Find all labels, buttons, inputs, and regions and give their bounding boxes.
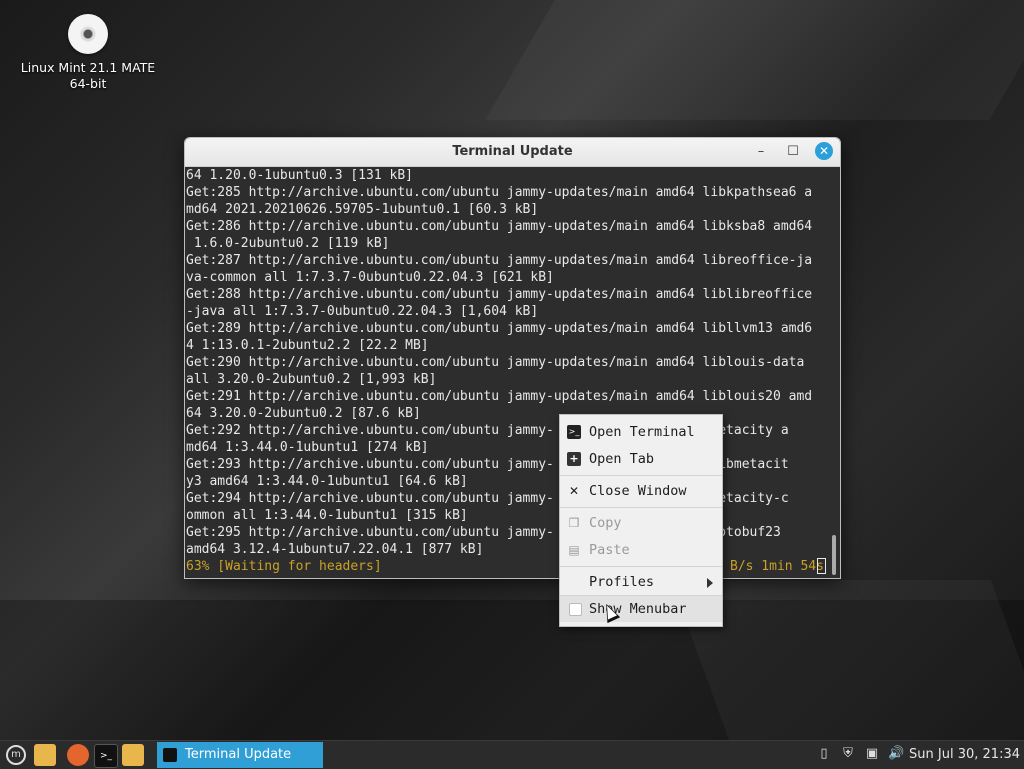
menu-item-close-window[interactable]: ✕ Close Window [560, 478, 722, 504]
terminal-icon: >_ [567, 425, 581, 439]
terminal-line: Get:287 http://archive.ubuntu.com/ubuntu… [186, 253, 813, 268]
terminal-line: Get:293 http://archive.ubuntu.com/ubuntu… [186, 457, 789, 472]
menu-item-paste[interactable]: ▤ Paste [560, 537, 722, 563]
terminal-line: Get:286 http://archive.ubuntu.com/ubuntu… [186, 219, 813, 234]
terminal-line: all 3.20.0-2ubuntu0.2 [1,993 kB] [186, 372, 437, 387]
wallpaper-shape [485, 0, 1024, 120]
paste-icon: ▤ [568, 543, 580, 557]
terminal-line: 64 1.20.0-1ubuntu0.3 [131 kB] [186, 168, 413, 183]
desktop-icon-label-line2: 64-bit [69, 76, 107, 91]
menu-item-label: Open Tab [589, 451, 655, 467]
menu-item-label: Paste [589, 542, 630, 558]
submenu-arrow-icon [707, 578, 713, 588]
terminal-line: Get:294 http://archive.ubuntu.com/ubuntu… [186, 491, 789, 506]
volume-icon[interactable]: 🔊 [888, 746, 904, 762]
firefox-icon[interactable] [67, 744, 89, 766]
terminal-output[interactable]: 64 1.20.0-1ubuntu0.3 [131 kB] Get:285 htt… [185, 167, 828, 578]
window-title: Terminal Update [452, 144, 573, 159]
terminal-line: Get:292 http://archive.ubuntu.com/ubuntu… [186, 423, 789, 438]
text-cursor [817, 558, 826, 574]
scrollbar-thumb[interactable] [832, 535, 836, 575]
shield-icon[interactable]: ⛨ [840, 746, 856, 762]
terminal-launcher-icon[interactable]: >_ [94, 744, 118, 768]
menu-item-open-tab[interactable]: + Open Tab [560, 446, 722, 472]
download-rate-text: B/s 1min 54s [730, 559, 824, 574]
minimize-button[interactable]: – [751, 142, 771, 162]
terminal-line: Get:288 http://archive.ubuntu.com/ubuntu… [186, 287, 813, 302]
terminal-status-line: 63% [Waiting for headers] B/s 1min 54s [186, 558, 828, 575]
menu-item-profiles[interactable]: Profiles [560, 569, 722, 595]
menu-item-label: Profiles [589, 574, 655, 590]
menu-separator [560, 566, 722, 567]
terminal-window[interactable]: Terminal Update – ☐ ✕ 64 1.20.0-1ubuntu0… [184, 137, 841, 579]
terminal-line: 1.6.0-2ubuntu0.2 [119 kB] [186, 236, 390, 251]
terminal-line: va-common all 1:7.3.7-0ubuntu0.22.04.3 [… [186, 270, 554, 285]
menu-item-label: Open Terminal [589, 424, 695, 440]
close-icon: ✕ [568, 484, 580, 498]
checkbox-icon[interactable] [569, 603, 582, 616]
window-titlebar[interactable]: Terminal Update – ☐ ✕ [185, 138, 840, 167]
terminal-icon [163, 748, 177, 762]
terminal-line: 4 1:13.0.1-2ubuntu2.2 [22.2 MB] [186, 338, 429, 353]
terminal-line: ommon all 1:3.44.0-1ubuntu1 [315 kB] [186, 508, 468, 523]
mint-menu-icon[interactable]: m [6, 745, 26, 765]
menu-separator [560, 475, 722, 476]
new-tab-icon: + [567, 452, 581, 466]
terminal-line: Get:290 http://archive.ubuntu.com/ubuntu… [186, 355, 805, 370]
menu-item-label: Close Window [589, 483, 687, 499]
menu-item-copy[interactable]: ❐ Copy [560, 510, 722, 536]
terminal-line: Get:285 http://archive.ubuntu.com/ubuntu… [186, 185, 813, 200]
taskbar: m >_ Terminal Update ▯ ⛨ ▣ 🔊 Sun Jul 30,… [0, 740, 1024, 769]
terminal-scrollbar[interactable] [828, 167, 840, 578]
taskbar-window-label: Terminal Update [185, 747, 292, 762]
menu-item-show-menubar[interactable]: Show Menubar [560, 596, 722, 622]
clipboard-icon[interactable]: ▯ [816, 746, 832, 762]
menu-item-open-terminal[interactable]: >_ Open Terminal [560, 419, 722, 445]
taskbar-window-terminal-update[interactable]: Terminal Update [157, 742, 323, 768]
menu-separator [560, 507, 722, 508]
network-icon[interactable]: ▣ [864, 746, 880, 762]
terminal-line: Get:291 http://archive.ubuntu.com/ubuntu… [186, 389, 813, 404]
close-button[interactable]: ✕ [815, 142, 833, 160]
terminal-line: -java all 1:7.3.7-0ubuntu0.22.04.3 [1,60… [186, 304, 539, 319]
close-icon: ✕ [818, 144, 830, 158]
wallpaper-shape [670, 580, 1024, 740]
clock[interactable]: Sun Jul 30, 21:34 [909, 741, 1020, 769]
desktop-icon-label-line1: Linux Mint 21.1 MATE [20, 60, 156, 75]
copy-icon: ❐ [568, 516, 580, 530]
maximize-button[interactable]: ☐ [783, 142, 803, 162]
progress-text: 63% [Waiting for headers] [186, 559, 382, 574]
files-icon[interactable] [122, 744, 144, 766]
terminal-line: y3 amd64 1:3.44.0-1ubuntu1 [64.6 kB] [186, 474, 468, 489]
terminal-line: Get:295 http://archive.ubuntu.com/ubuntu… [186, 525, 781, 540]
terminal-line: md64 1:3.44.0-1ubuntu1 [274 kB] [186, 440, 429, 455]
terminal-line: Get:289 http://archive.ubuntu.com/ubuntu… [186, 321, 813, 336]
terminal-line: md64 2021.20210626.59705-1ubuntu0.1 [60.… [186, 202, 539, 217]
terminal-line: 64 3.20.0-2ubuntu0.2 [87.6 kB] [186, 406, 421, 421]
desktop-icon-mint-disc[interactable]: Linux Mint 21.1 MATE 64-bit [14, 12, 162, 92]
menu-item-label: Copy [589, 515, 622, 531]
folder-icon[interactable] [34, 744, 56, 766]
context-menu: >_ Open Terminal + Open Tab ✕ Close Wind… [559, 414, 723, 627]
disc-icon [68, 14, 108, 54]
terminal-line: amd64 3.12.4-1ubuntu7.22.04.1 [877 kB] [186, 542, 484, 557]
